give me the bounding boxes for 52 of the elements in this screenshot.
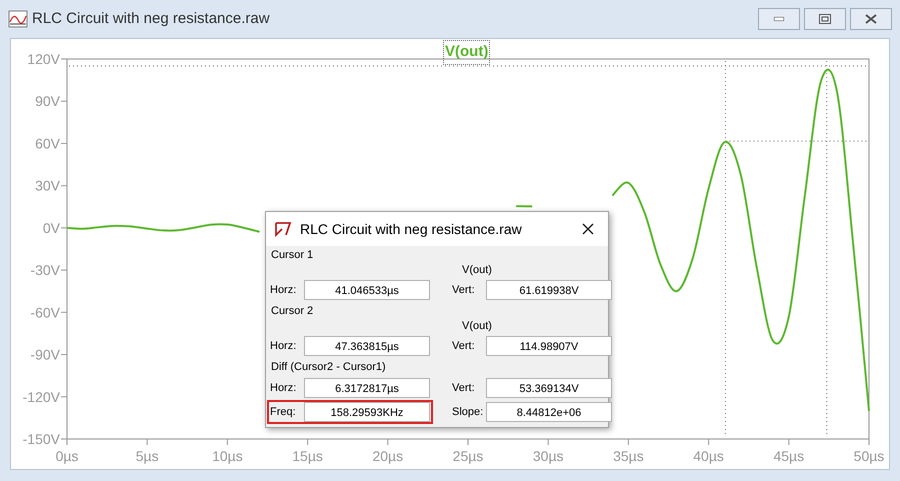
close-button[interactable] [850,8,892,30]
x-axis-label: 10µs [212,448,243,464]
x-axis-label: 15µs [292,448,323,464]
waveform-icon [8,10,28,28]
x-axis-label: 50µs [854,448,884,464]
value-field[interactable]: 8.44812e+06 [486,402,612,422]
field-label: Freq: [270,404,297,420]
field-label: Horz: [270,282,298,298]
field-label: Horz: [270,338,298,354]
trace-name: V(out) [461,263,492,278]
section-heading: Cursor 1 [270,248,314,263]
field-label: Vert: [452,282,476,298]
x-axis-label: 35µs [613,448,644,464]
y-axis-label: 60V [35,135,60,152]
x-axis-label: 45µs [773,448,804,464]
x-axis-label: 5µs [136,448,159,464]
y-axis-label: 120V [27,51,60,67]
close-icon [865,14,877,24]
restore-button[interactable] [804,8,846,30]
field-label: Horz: [270,380,298,396]
x-axis-label: 25µs [452,448,484,464]
x-axis-label: 40µs [693,448,724,464]
close-icon [582,223,594,235]
field-label: Vert: [452,338,476,354]
value-field[interactable]: 6.3172817µs [304,378,430,398]
value-field[interactable]: 47.363815µs [304,336,430,356]
y-axis-label: 90V [35,93,60,110]
value-field[interactable]: 53.369134V [486,378,612,398]
y-axis-label: 0V [42,220,60,236]
y-axis-label: -60V [30,304,60,320]
value-field[interactable]: 158.29593KHz [304,402,430,422]
value-field[interactable]: 41.046533µs [304,280,430,300]
value-field[interactable]: 61.619938V [486,280,612,300]
section-heading: Cursor 2 [270,304,314,319]
trace-name: V(out) [461,319,492,334]
dialog-title: RLC Circuit with neg resistance.raw [300,220,523,239]
y-axis-label: -150V [22,431,60,447]
minimize-icon [774,17,784,21]
value-field[interactable]: 114.98907V [486,336,612,356]
y-axis-label: -120V [22,388,60,405]
field-label: Vert: [452,380,476,396]
y-axis-label: -30V [30,262,60,278]
x-axis-label: 0µs [56,448,78,464]
y-axis-label: -90V [30,346,60,363]
x-axis-label: 20µs [372,448,404,464]
section-heading: Diff (Cursor2 - Cursor1) [270,360,387,375]
window-title: RLC Circuit with neg resistance.raw [32,8,271,29]
y-axis-label: 30V [35,178,60,194]
field-label: Slope: [452,404,484,420]
restore-icon [819,14,831,24]
logo-icon [274,221,292,237]
x-axis-label: 30µs [532,448,564,464]
